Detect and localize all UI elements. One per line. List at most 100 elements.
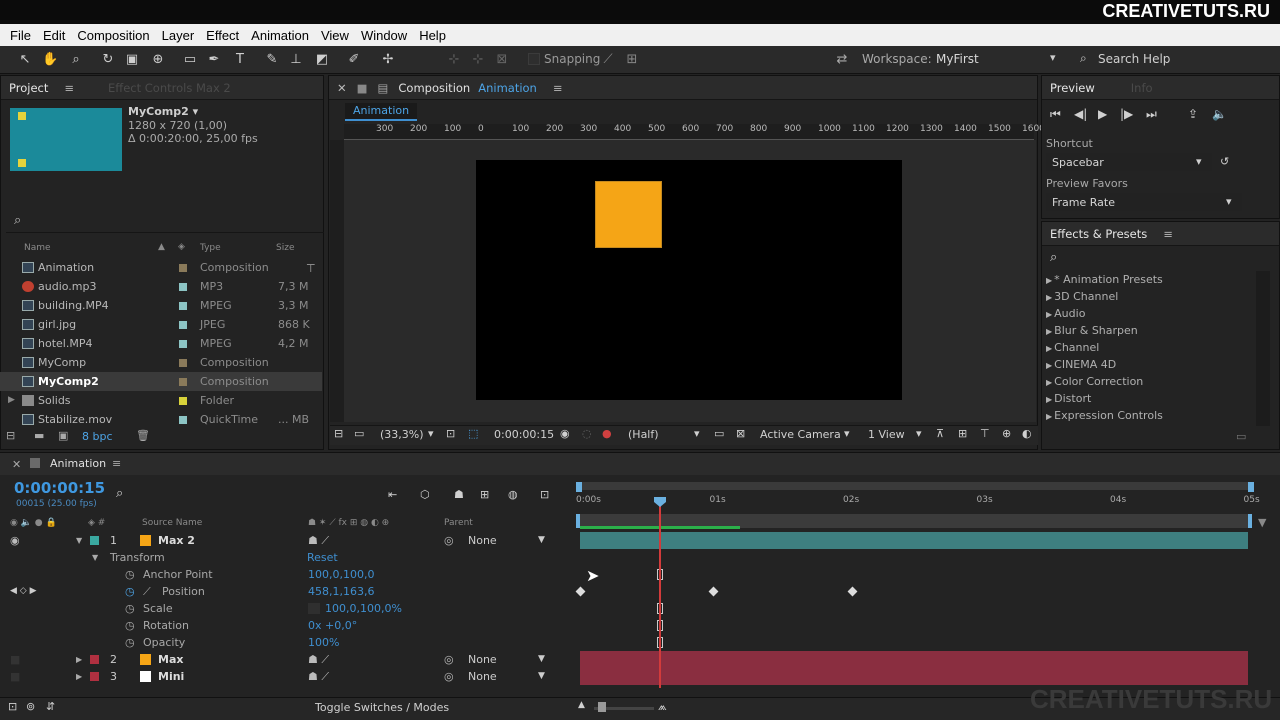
property-value[interactable]: 458,1,163,6 [308,583,374,600]
chevron-down-icon[interactable]: ▾ [844,427,850,440]
work-area-bar[interactable] [576,482,1252,490]
time-ruler[interactable]: 0:00s 01s 02s 03s 04s 05s [576,493,1266,513]
preview-favors-dropdown[interactable]: Frame Rate [1046,193,1242,211]
axis-view-icon[interactable]: ⊠ [494,52,510,68]
expand-arrow-icon[interactable]: ▼ [76,532,82,549]
expand-arrow-icon[interactable]: ▶ [76,651,82,668]
region-of-interest-icon[interactable]: ▭ [714,427,724,440]
effects-category[interactable]: ▶ Expression Controls [1046,407,1163,424]
loop-icon[interactable]: ⇪ [1188,107,1198,121]
chevron-down-icon[interactable]: ▾ [916,427,922,440]
keyframe-navigator-icon[interactable]: ◀ ◇ ▶ [10,583,37,600]
layer-duration-bar[interactable] [580,532,1248,549]
stopwatch-icon[interactable]: ◷ [125,566,135,583]
stopwatch-icon[interactable]: ◷ [125,583,135,600]
motion-blur-icon[interactable]: ◍ [508,488,518,501]
pick-whip-icon[interactable]: ◎ [444,651,454,668]
next-frame-icon[interactable]: |▶ [1120,107,1133,121]
menu-effect[interactable]: Effect [200,28,245,43]
table-row[interactable]: ◷ ◀ ◇ ▶ ⟋ Position 458,1,163,6 [0,583,1280,600]
stopwatch-icon[interactable]: ◷ [125,634,135,651]
snap-grid-icon[interactable]: ⊞ [624,52,640,68]
table-row[interactable]: ◷ Opacity 100% [0,634,1280,651]
chevron-down-icon[interactable]: ▼ [538,668,545,685]
list-item[interactable]: audio.mp3 MP3 7,3 M [0,277,322,296]
new-composition-icon[interactable]: ▣ [58,429,68,442]
label-color-swatch[interactable] [179,283,187,291]
graph-editor-icon[interactable]: ⊡ [540,488,549,501]
list-item[interactable]: building.MP4 MPEG 3,3 M [0,296,322,315]
menu-window[interactable]: Window [355,28,413,43]
label-color-swatch[interactable] [179,378,187,386]
effects-category[interactable]: ▶ Distort [1046,390,1091,407]
tab-info[interactable]: Info [1123,81,1161,95]
menu-view[interactable]: View [315,28,355,43]
effects-category[interactable]: ▶ Blur & Sharpen [1046,322,1138,339]
effects-scrollbar[interactable] [1256,271,1270,426]
menu-file[interactable]: File [4,28,37,43]
layer-label-color[interactable] [90,536,99,545]
eraser-tool-icon[interactable]: ◩ [314,52,330,68]
interpret-footage-icon[interactable]: ⊟ [6,429,15,442]
region-icon[interactable]: ⬚ [468,427,478,440]
transfer-controls-icon[interactable]: ⊚ [26,700,35,713]
layer-name[interactable]: Max 2 [158,532,195,549]
list-item[interactable]: Stabilize.mov QuickTime ... MB [0,410,322,429]
list-item[interactable]: girl.jpg JPEG 868 K [0,315,322,334]
chevron-down-icon[interactable]: ▼ [538,651,545,668]
new-bin-icon[interactable]: ▭ [1236,430,1246,443]
expand-arrow-icon[interactable]: ▶ [8,391,15,410]
layer-name[interactable]: Mini [158,668,184,685]
reset-link[interactable]: Reset [307,549,338,566]
menu-layer[interactable]: Layer [156,28,201,43]
label-column-icon[interactable]: ◈ [178,242,185,252]
workspace-dropdown[interactable]: MyFirst [936,52,979,66]
pen-tool-icon[interactable]: ✒ [206,52,222,68]
label-color-swatch[interactable] [179,340,187,348]
rectangle-tool-icon[interactable]: ▭ [182,52,198,68]
table-row[interactable]: ■ ▶ 2 Max ☗ ⟋ ◎ None ▼ [0,651,1280,668]
pick-whip-icon[interactable]: ◎ [444,532,454,549]
draft-3d-icon[interactable]: ⬡ [420,488,430,501]
effects-category[interactable]: ▶ CINEMA 4D [1046,356,1116,373]
always-preview-icon[interactable]: ⊟ [334,427,343,440]
workspace-switch-icon[interactable]: ⇄ [834,52,850,68]
axis-world-icon[interactable]: ⊹ [470,52,486,68]
zoom-in-icon[interactable]: ⩕ [658,700,667,714]
comp-marker-bin-icon[interactable]: ▼ [1258,516,1266,529]
property-value[interactable]: 100% [308,634,339,651]
view-layout-dropdown[interactable]: 1 View [868,428,905,441]
chevron-down-icon[interactable]: ▾ [1196,155,1202,168]
composition-canvas[interactable] [476,160,902,400]
camera-tool-icon[interactable]: ▣ [124,52,140,68]
panel-menu-icon[interactable]: ≡ [56,81,82,95]
stopwatch-icon[interactable]: ◷ [125,600,135,617]
tab-project[interactable]: Project [1,81,56,95]
chevron-down-icon[interactable]: ▾ [1050,51,1056,64]
expand-arrow-icon[interactable]: ▶ [1046,378,1052,387]
snapshot-icon[interactable]: ◉ [560,427,570,440]
parent-dropdown[interactable]: None [468,651,497,668]
label-color-swatch[interactable] [179,321,187,329]
time-zoom-slider-thumb[interactable] [598,702,606,712]
menu-help[interactable]: Help [413,28,452,43]
flowchart-icon[interactable]: ⊤ [306,262,316,275]
work-area-end-handle[interactable] [1248,482,1254,492]
zoom-dropdown[interactable]: (33,3%) [380,428,424,441]
effects-category[interactable]: ▶ * Animation Presets [1046,271,1163,288]
hide-shy-layers-icon[interactable]: ☗ [454,488,464,501]
trash-icon[interactable]: 🗑 [136,429,150,442]
expand-arrow-icon[interactable]: ▶ [1046,395,1052,404]
label-color-swatch[interactable] [179,359,187,367]
effects-category[interactable]: ▶ 3D Channel [1046,288,1118,305]
close-icon[interactable]: ✕ [329,81,355,95]
exposure-icon[interactable]: ◐ [1022,427,1032,440]
expand-arrow-icon[interactable]: ▶ [76,668,82,685]
tab-timeline-animation[interactable]: Animation [50,457,106,470]
chevron-down-icon[interactable]: ▼ [538,532,545,549]
zoom-tool-icon[interactable]: ⌕ [68,52,84,68]
shortcut-dropdown[interactable]: Spacebar [1046,153,1212,171]
parent-dropdown[interactable]: None [468,532,497,549]
label-color-swatch[interactable] [179,397,187,405]
layer-duration-bar[interactable] [580,668,1248,685]
